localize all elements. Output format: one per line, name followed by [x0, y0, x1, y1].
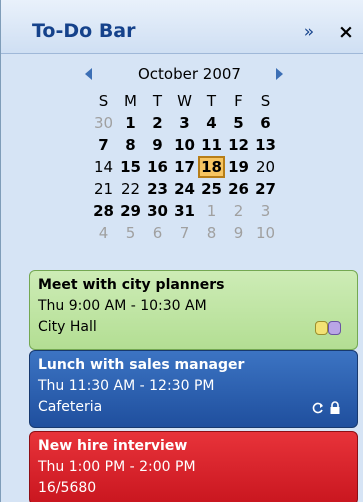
calendar-day[interactable]: 3: [171, 112, 198, 134]
todo-bar-title: To-Do Bar: [32, 20, 136, 42]
weekday-header: S: [260, 92, 271, 110]
calendar-day[interactable]: 6: [252, 112, 279, 134]
calendar-day[interactable]: 23: [144, 178, 171, 200]
yellow-category-icon: [315, 321, 328, 335]
calendar-day[interactable]: 26: [225, 178, 252, 200]
calendar-day[interactable]: 19: [225, 156, 252, 178]
weekday-header: M: [124, 92, 137, 110]
weekday-header: T: [206, 92, 217, 110]
weekday-header: S: [98, 92, 109, 110]
appointment-time: Thu 9:00 AM - 10:30 AM: [38, 298, 207, 314]
calendar-day[interactable]: 28: [90, 200, 117, 222]
calendar-day[interactable]: 14: [90, 156, 117, 178]
calendar-day[interactable]: 22: [117, 178, 144, 200]
calendar-day[interactable]: 17: [171, 156, 198, 178]
appointment-time: Thu 11:30 AM - 12:30 PM: [38, 378, 215, 394]
calendar-day[interactable]: 30: [144, 200, 171, 222]
calendar-day[interactable]: 25: [198, 178, 225, 200]
calendar-day[interactable]: 7: [90, 134, 117, 156]
calendar-day[interactable]: 27: [252, 178, 279, 200]
calendar-day[interactable]: 7: [171, 222, 198, 244]
calendar-day[interactable]: 12: [225, 134, 252, 156]
appointment-item[interactable]: New hire interview Thu 1:00 PM - 2:00 PM…: [29, 431, 358, 502]
calendar-day[interactable]: 2: [225, 200, 252, 222]
weekday-header: F: [234, 92, 243, 110]
previous-month-icon[interactable]: [85, 68, 92, 80]
date-navigator: October 2007 S M T W T F S 30 1 2 3 4 5 6 7 8 9 10 11 12 13 1…: [1, 56, 363, 262]
calendar-day[interactable]: 31: [171, 200, 198, 222]
recurring-icon: [311, 401, 325, 419]
calendar-day[interactable]: 6: [144, 222, 171, 244]
purple-category-icon: [328, 321, 341, 335]
calendar-day[interactable]: 10: [171, 134, 198, 156]
appointment-time: Thu 1:00 PM - 2:00 PM: [38, 459, 196, 475]
month-header: October 2007: [1, 64, 363, 86]
calendar-day[interactable]: 8: [117, 134, 144, 156]
expand-icon[interactable]: »: [297, 20, 321, 44]
calendar-day[interactable]: 24: [171, 178, 198, 200]
calendar-day[interactable]: 11: [198, 134, 225, 156]
calendar-day[interactable]: 1: [198, 200, 225, 222]
weekday-header: T: [152, 92, 163, 110]
private-lock-icon: [329, 401, 341, 419]
calendar-day[interactable]: 29: [117, 200, 144, 222]
appointment-item[interactable]: Meet with city planners Thu 9:00 AM - 10…: [29, 270, 358, 350]
weekday-header: W: [177, 92, 192, 110]
calendar-day[interactable]: 2: [144, 112, 171, 134]
calendar-day[interactable]: 18: [198, 156, 225, 178]
appointment-location: 16/5680: [38, 480, 97, 496]
calendar-day[interactable]: 3: [252, 200, 279, 222]
calendar-day[interactable]: 9: [225, 222, 252, 244]
appointment-location: Cafeteria: [38, 399, 103, 415]
calendar-day[interactable]: 10: [252, 222, 279, 244]
todo-bar-pane: To-Do Bar » × October 2007 S M T W T F S 30 1 2 3 4…: [0, 0, 363, 502]
month-label: October 2007: [138, 65, 241, 83]
calendar-day[interactable]: 30: [90, 112, 117, 134]
next-month-icon[interactable]: [276, 68, 283, 80]
calendar-day[interactable]: 4: [90, 222, 117, 244]
calendar-day[interactable]: 8: [198, 222, 225, 244]
calendar-day[interactable]: 21: [90, 178, 117, 200]
appointment-subject: Lunch with sales manager: [38, 357, 245, 373]
calendar-day[interactable]: 5: [117, 222, 144, 244]
calendar-day[interactable]: 13: [252, 134, 279, 156]
calendar-day[interactable]: 16: [144, 156, 171, 178]
calendar-day[interactable]: 15: [117, 156, 144, 178]
calendar-day[interactable]: 5: [225, 112, 252, 134]
todo-bar-header: To-Do Bar » ×: [1, 0, 363, 54]
calendar-day[interactable]: 1: [117, 112, 144, 134]
appointment-item[interactable]: Lunch with sales manager Thu 11:30 AM - …: [29, 350, 358, 428]
calendar-day[interactable]: 4: [198, 112, 225, 134]
appointment-location: City Hall: [38, 319, 97, 335]
appointment-subject: New hire interview: [38, 438, 188, 454]
calendar-day[interactable]: 9: [144, 134, 171, 156]
appointment-subject: Meet with city planners: [38, 277, 225, 293]
calendar-day[interactable]: 20: [252, 156, 279, 178]
close-icon[interactable]: ×: [334, 20, 358, 44]
